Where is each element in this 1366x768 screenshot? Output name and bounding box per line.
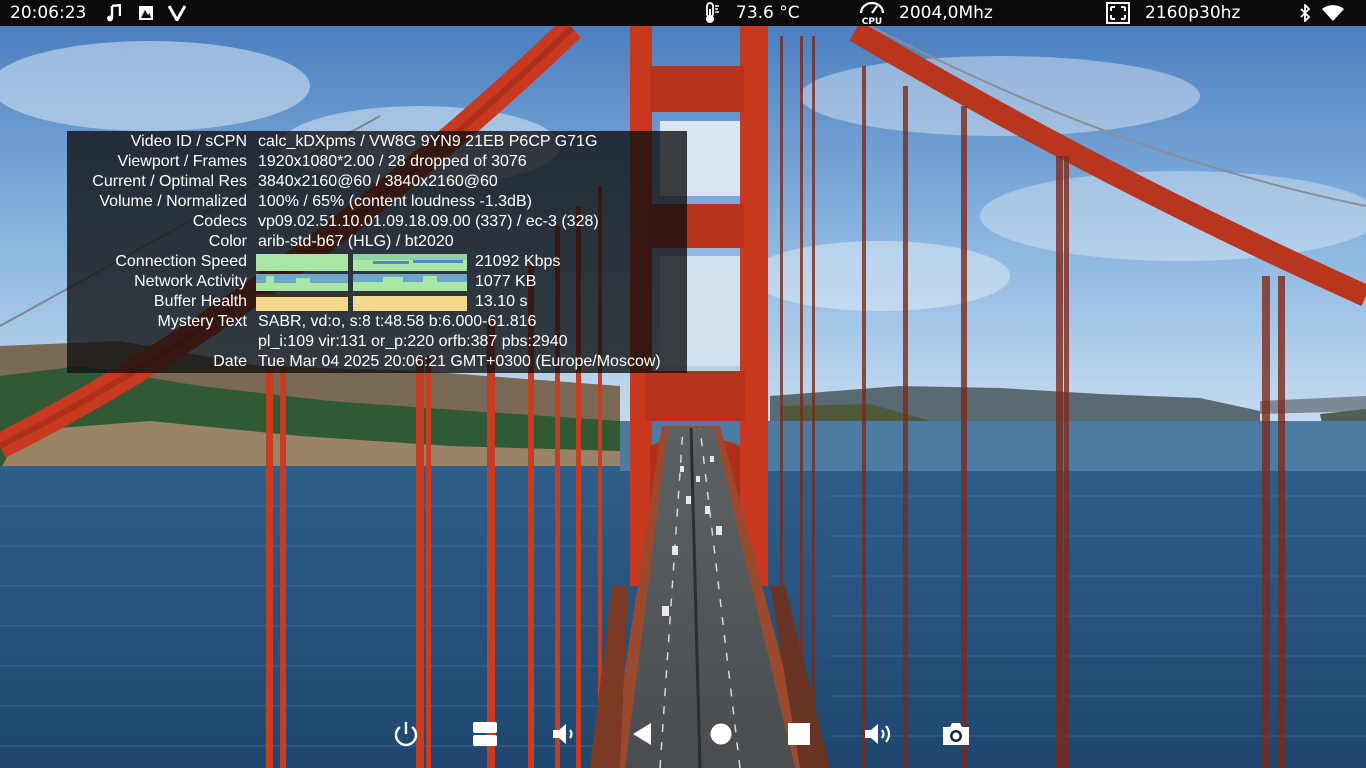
buffer-health-graph-recent [353,293,467,311]
stats-row-date: Date Tue Mar 04 2025 20:06:21 GMT+0300 (… [67,352,687,372]
resolution-text: 2160p30hz [1145,3,1241,23]
navigation-bar [0,718,1366,750]
connection-speed-graph [256,253,348,271]
stats-value: arib-std-b67 (HLG) / bt2020 [258,233,454,250]
stats-value: pl_i:109 vir:131 or_p:220 orfb:387 pbs:2… [258,333,568,350]
stats-value: 1920x1080*2.00 / 28 dropped of 3076 [258,153,527,170]
connection-speed-graph-recent [353,253,467,271]
stats-value: vp09.02.51.10.01.09.18.09.00 (337) / ec-… [258,213,599,230]
screenshot-icon[interactable] [939,718,973,750]
stats-row-connection-speed: Connection Speed 21092 Kbps [67,252,687,272]
stats-for-nerds-panel: Video ID / sCPN calc_kDXpms / VW8G 9YN9 … [67,131,687,373]
stats-label: Codecs [192,213,247,230]
stats-label: Buffer Health [153,293,247,310]
clock: 20:06:23 [10,0,86,26]
cpu-temp-text: 73.6 °C [736,3,800,23]
volume-up-icon[interactable] [861,718,895,750]
cpu-freq: 2004,0Mhz [899,0,993,26]
stats-label: Network Activity [134,273,247,290]
network-activity-graph-recent [353,273,467,291]
image-icon [138,0,154,26]
stats-row-mystery-text: Mystery Text SABR, vd:o, s:8 t:48.58 b:6… [67,312,687,332]
wifi-icon [1321,0,1345,26]
home-icon[interactable] [704,718,738,750]
stats-row-buffer-health: Buffer Health 13.10 s [67,292,687,312]
cpu-icon: CPU [858,0,886,26]
stats-row-codecs: Codecs vp09.02.51.10.01.09.18.09.00 (337… [67,212,687,232]
stats-row-color: Color arib-std-b67 (HLG) / bt2020 [67,232,687,252]
svg-text:CPU: CPU [862,17,883,25]
stats-label: Current / Optimal Res [92,173,247,190]
stats-row-viewport: Viewport / Frames 1920x1080*2.00 / 28 dr… [67,152,687,172]
resolution: 2160p30hz [1145,0,1240,26]
stats-value: 1077 KB [475,273,537,290]
stats-label: Video ID / sCPN [130,133,247,150]
stats-value: 100% / 65% (content loudness -1.3dB) [258,193,532,210]
cpu-temp: 73.6 °C [736,0,800,26]
back-icon[interactable] [625,718,659,750]
stats-row-mystery-text-2: pl_i:109 vir:131 or_p:220 orfb:387 pbs:2… [67,332,687,352]
stats-value: 3840x2160@60 / 3840x2160@60 [258,173,498,190]
network-activity-graph [256,273,348,291]
window-toggle-icon[interactable] [468,718,502,750]
stats-row-video-id: Video ID / sCPN calc_kDXpms / VW8G 9YN9 … [67,132,687,152]
stats-value: 13.10 s [475,293,528,310]
recents-icon[interactable] [782,718,816,750]
stats-label: Color [208,233,247,250]
v-app-icon [168,0,186,26]
stats-value: 21092 Kbps [475,253,561,270]
stats-row-network-activity: Network Activity 1077 KB [67,272,687,292]
stats-label: Viewport / Frames [117,153,247,170]
stats-label: Date [213,353,247,370]
stats-value: Tue Mar 04 2025 20:06:21 GMT+0300 (Europ… [258,353,661,370]
buffer-health-graph [256,293,348,311]
stats-row-volume: Volume / Normalized 100% / 65% (content … [67,192,687,212]
fullscreen-icon [1106,0,1130,26]
volume-down-icon[interactable] [547,718,581,750]
power-icon[interactable] [389,718,423,750]
cpu-freq-text: 2004,0Mhz [899,3,993,23]
music-note-icon [107,0,121,26]
stats-value: SABR, vd:o, s:8 t:48.58 b:6.000-61.816 [258,313,537,330]
stats-row-resolution: Current / Optimal Res 3840x2160@60 / 384… [67,172,687,192]
stats-label: Mystery Text [157,313,248,330]
bluetooth-icon [1298,0,1312,26]
stats-label: Volume / Normalized [99,193,247,210]
status-bar: 20:06:23 73.6 °C CPU 2004,0Mhz 2160p30hz [0,0,1366,26]
clock-text: 20:06:23 [10,3,87,23]
stats-label: Connection Speed [115,253,247,270]
stats-value: calc_kDXpms / VW8G 9YN9 21EB P6CP G71G [258,133,598,150]
thermometer-icon [700,0,722,26]
